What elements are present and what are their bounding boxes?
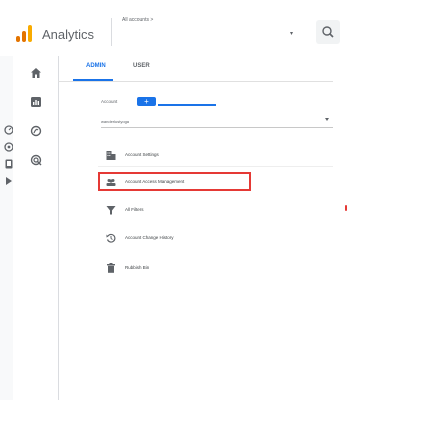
explore-icon[interactable]	[30, 125, 42, 137]
account-label: Account	[101, 99, 118, 104]
breadcrumb[interactable]: All accounts >	[122, 17, 153, 23]
status-marker	[345, 205, 347, 211]
menu-item-rubbish-bin[interactable]: Rubbish Bin	[98, 257, 333, 279]
app-title: Analytics	[42, 27, 95, 42]
advertising-icon[interactable]	[30, 154, 42, 166]
search-button[interactable]	[316, 20, 340, 44]
building-icon	[106, 151, 116, 160]
tab-admin[interactable]: ADMIN	[86, 63, 106, 69]
chevron-down-icon[interactable]	[325, 118, 329, 121]
analytics-logo-icon	[16, 24, 34, 42]
trash-icon	[107, 263, 115, 273]
highlight-box	[98, 172, 251, 191]
home-icon[interactable]	[30, 67, 42, 79]
history-icon	[106, 233, 116, 243]
menu-item-account-change-history[interactable]: Account Change History	[98, 227, 333, 249]
menu-item-account-settings[interactable]: Account Settings	[98, 144, 333, 167]
select-underline	[101, 127, 333, 128]
reports-icon[interactable]	[30, 96, 42, 108]
left-rail	[0, 56, 13, 400]
tab-divider	[58, 81, 333, 82]
menu-item-label: Account Change History	[125, 235, 174, 240]
menu-item-all-filters[interactable]: All Filters	[98, 199, 333, 221]
header-divider	[111, 18, 112, 46]
progress-bar	[158, 104, 216, 106]
tab-user[interactable]: USER	[133, 63, 150, 69]
search-icon	[322, 26, 334, 38]
menu-item-label: Account Settings	[125, 152, 159, 157]
account-select[interactable]: wanderlustyoga	[101, 119, 129, 124]
chevron-down-icon[interactable]: ▾	[290, 30, 293, 37]
menu-item-label: All Filters	[125, 207, 144, 212]
filter-icon	[106, 206, 116, 215]
menu-item-label: Rubbish Bin	[125, 265, 150, 270]
create-account-button[interactable]: +	[137, 97, 156, 106]
